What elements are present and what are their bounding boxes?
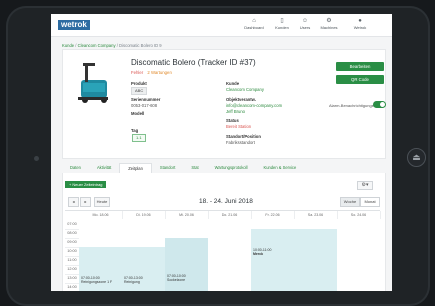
next-week-button[interactable]: ▸ — [80, 197, 91, 207]
tab-wartungsprotokoll[interactable]: Wartungsprotokoll — [207, 163, 256, 173]
week-calendar: Mo. 18.06 Di. 19.06 Mi. 20.06 Do. 21.06 … — [65, 210, 381, 291]
today-button[interactable]: Heute — [94, 197, 110, 207]
seriennummer-value: 0053-017-608 — [131, 103, 158, 108]
objekt-person-link[interactable]: Jeff Bruno — [226, 109, 245, 114]
nav-machines[interactable]: ⚙ Machines — [312, 17, 346, 30]
day-header: Do. 21.06 — [208, 211, 252, 219]
alarm-toggle-label: Alarm-Benachrichtigungen — [329, 103, 377, 108]
day-header: So. 24.06 — [337, 211, 381, 219]
day-header: Sa. 23.06 — [294, 211, 338, 219]
prev-week-button[interactable]: ◂ — [68, 197, 79, 207]
building-icon: ▯ — [280, 18, 284, 24]
day-header: Mi. 20.06 — [165, 211, 209, 219]
produkt-value: ABC — [131, 87, 148, 95]
availability-block[interactable] — [251, 229, 337, 291]
machine-title: Discomatic Bolero (Tracker ID #37) — [131, 58, 256, 67]
status-label: Status — [226, 118, 239, 123]
breadcrumb-company[interactable]: Cleancom Company — [78, 43, 116, 48]
alarm-toggle[interactable] — [373, 101, 386, 108]
day-header: Fr. 22.06 — [251, 211, 295, 219]
standort-value: Fabriksstandort — [226, 140, 255, 145]
calendar-event[interactable]: 10:00-11:00 Merck — [253, 248, 271, 256]
user-icon: ● — [358, 18, 362, 24]
modell-label: Modell — [131, 111, 145, 116]
edit-button[interactable]: Bearbeiten — [336, 62, 384, 71]
tab-stat[interactable]: Stat — [183, 163, 206, 173]
breadcrumb: Kunde / Cleancom Company / Discomatic Bo… — [62, 43, 162, 48]
new-entry-button[interactable]: + Neuer Zeiteintrag — [65, 181, 107, 188]
error-badge: Fehler — [131, 70, 144, 75]
standort-label: Standort/Position — [226, 134, 261, 139]
day-header: Di. 19.06 — [122, 211, 166, 219]
availability-block[interactable] — [79, 247, 165, 291]
breadcrumb-current: Discomatic Bolero ID 9 — [119, 43, 162, 48]
availability-block[interactable] — [165, 238, 208, 291]
home-icon: ⌂ — [252, 18, 256, 24]
machine-image — [78, 63, 108, 103]
calendar-event[interactable]: 07:00-10:00 Sockelzone — [167, 274, 186, 282]
day-header: Mo. 18.06 — [79, 211, 123, 219]
nav-user-menu[interactable]: ● Wetrok — [343, 17, 377, 30]
month-view-button[interactable]: Monat — [360, 197, 380, 207]
produkt-label: Produkt — [131, 81, 147, 86]
tag-value[interactable]: 1.1 — [132, 134, 146, 142]
tab-kunden-service[interactable]: Kunden & Service — [255, 163, 304, 173]
hour-label: 14:00 — [65, 283, 79, 291]
tab-aktivitaet[interactable]: Aktivität — [89, 163, 119, 173]
qr-code-button[interactable]: QR Code — [336, 75, 384, 84]
objekt-label: Objektverantw. — [226, 97, 256, 102]
app-screen: wetrok ⌂ Dashboard ▯ Kunden ☺ Users ⚙ Ma… — [51, 14, 392, 291]
calendar-event[interactable]: 07:00-10:00 Reinigungszone 1 F — [81, 276, 112, 284]
calendar-event[interactable]: 07:00-13:00 Reinigung — [124, 276, 143, 284]
seriennummer-label: Seriennummer — [131, 97, 161, 102]
tab-zeitplan[interactable]: Zeitplan — [119, 163, 152, 173]
tab-standort[interactable]: Standort — [152, 163, 183, 173]
objekt-email-link[interactable]: info@cleancom-company.com — [226, 103, 282, 108]
kunde-label: Kunde — [226, 81, 240, 86]
maintenance-badge: 2 Wartungen — [147, 70, 172, 75]
camera-icon — [34, 156, 39, 161]
machine-detail-card: Discomatic Bolero (Tracker ID #37) Fehle… — [62, 49, 386, 159]
machine-status-line: Fehler 2 Wartungen — [131, 70, 172, 75]
tag-label: Tag — [131, 128, 139, 133]
top-navigation-bar: wetrok ⌂ Dashboard ▯ Kunden ☺ Users ⚙ Ma… — [51, 14, 392, 37]
tab-daten[interactable]: Daten — [62, 163, 89, 173]
kunde-link[interactable]: Cleancom Company — [226, 87, 264, 92]
home-button[interactable]: ⏏ — [407, 148, 426, 167]
week-view-button[interactable]: Woche — [340, 197, 360, 207]
status-value: Bereit Station — [226, 124, 252, 129]
week-range-title: 18. - 24. Juni 2018 — [199, 198, 253, 205]
users-icon: ☺ — [301, 18, 309, 24]
breadcrumb-kunde[interactable]: Kunde — [62, 43, 74, 48]
settings-gear-icon[interactable]: ⚙▾ — [357, 181, 373, 190]
machine-icon: ⚙ — [326, 18, 332, 24]
wetrok-logo[interactable]: wetrok — [58, 20, 90, 30]
